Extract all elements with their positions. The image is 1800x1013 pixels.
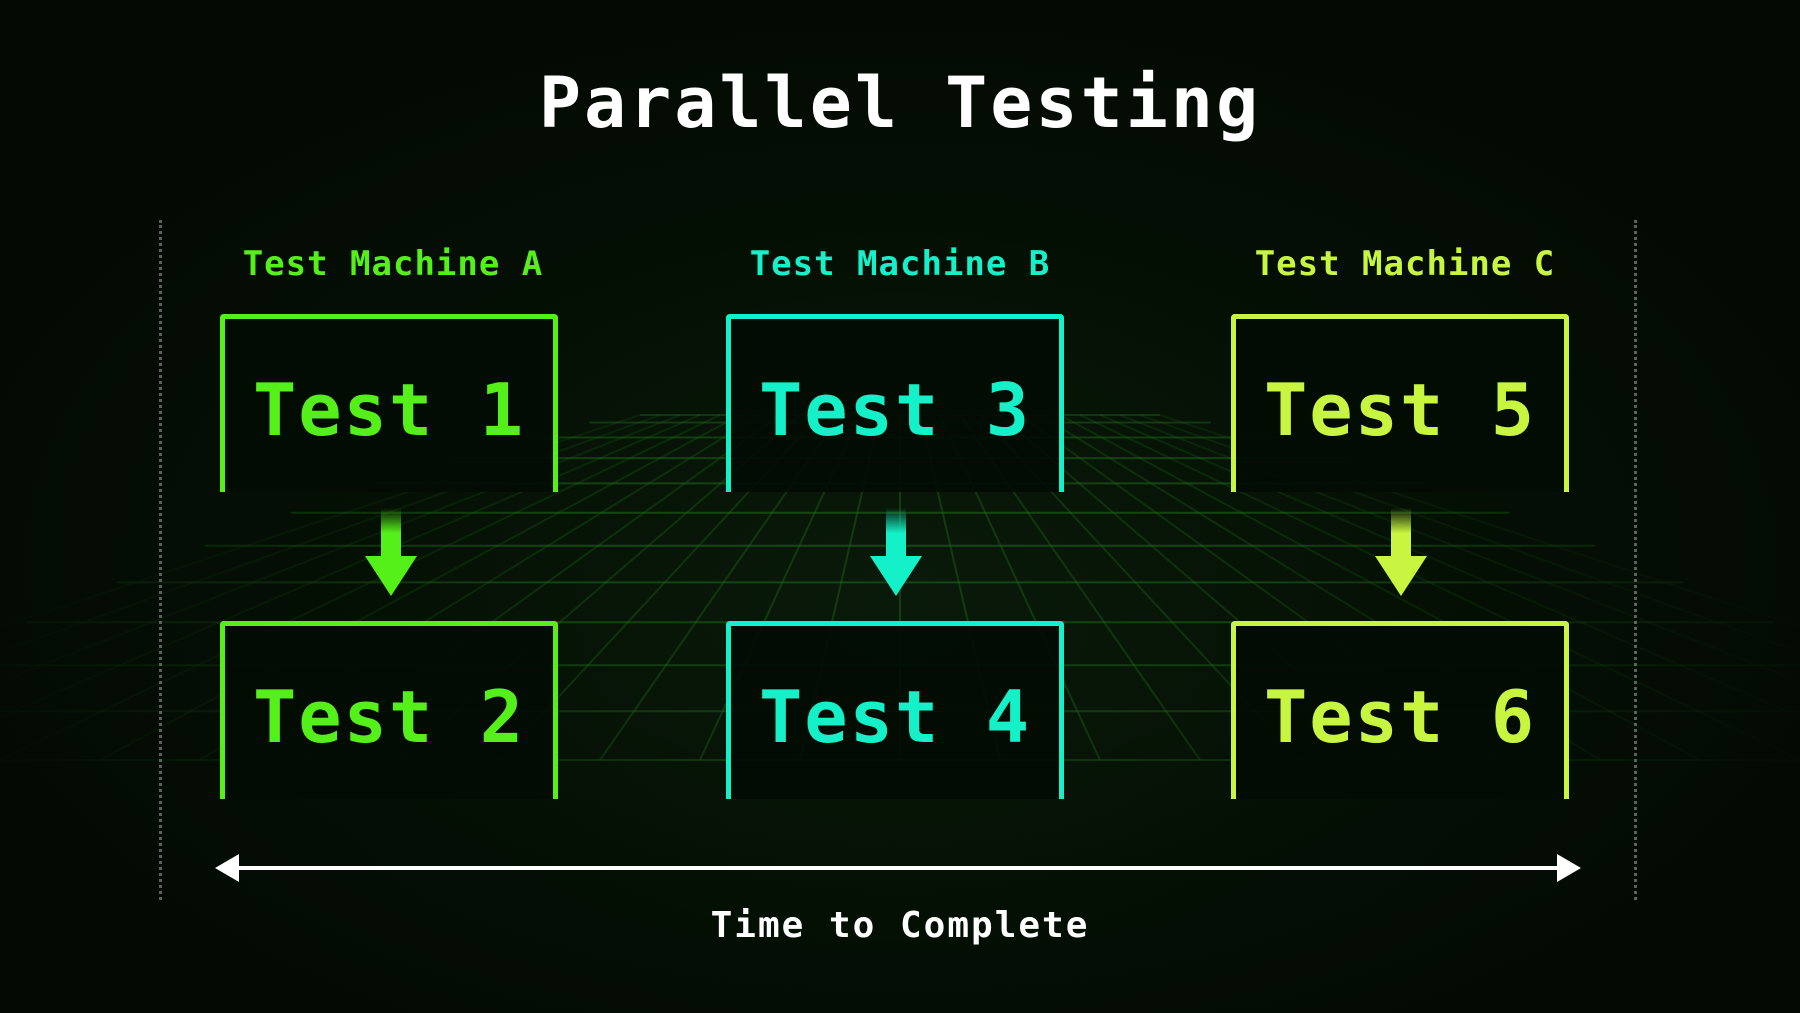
test-box-2: Test 2 [220,621,558,799]
time-axis-label: Time to Complete [710,905,1090,946]
test-4-label: Test 4 [758,674,1032,759]
machine-b-label: Test Machine B [749,244,1051,284]
arrow-down-icon [870,508,922,596]
machine-a-label: Test Machine A [242,244,544,284]
test-box-5: Test 5 [1231,314,1569,492]
test-5-label: Test 5 [1263,367,1537,452]
right-dotted-guide [1634,220,1637,900]
test-box-3: Test 3 [726,314,1064,492]
test-2-label: Test 2 [252,674,526,759]
test-6-label: Test 6 [1263,674,1537,759]
test-box-1: Test 1 [220,314,558,492]
diagram-title: Parallel Testing [538,62,1262,144]
left-dotted-guide [159,220,162,900]
arrow-down-icon [365,508,417,596]
test-box-6: Test 6 [1231,621,1569,799]
machine-c-label: Test Machine C [1254,244,1556,284]
double-headed-arrow-icon [215,854,1581,882]
arrow-down-icon [1375,508,1427,596]
test-3-label: Test 3 [758,367,1032,452]
diagram-canvas: Parallel Testing Test Machine A Test 1 T… [0,0,1800,1013]
test-box-4: Test 4 [726,621,1064,799]
test-1-label: Test 1 [252,367,526,452]
